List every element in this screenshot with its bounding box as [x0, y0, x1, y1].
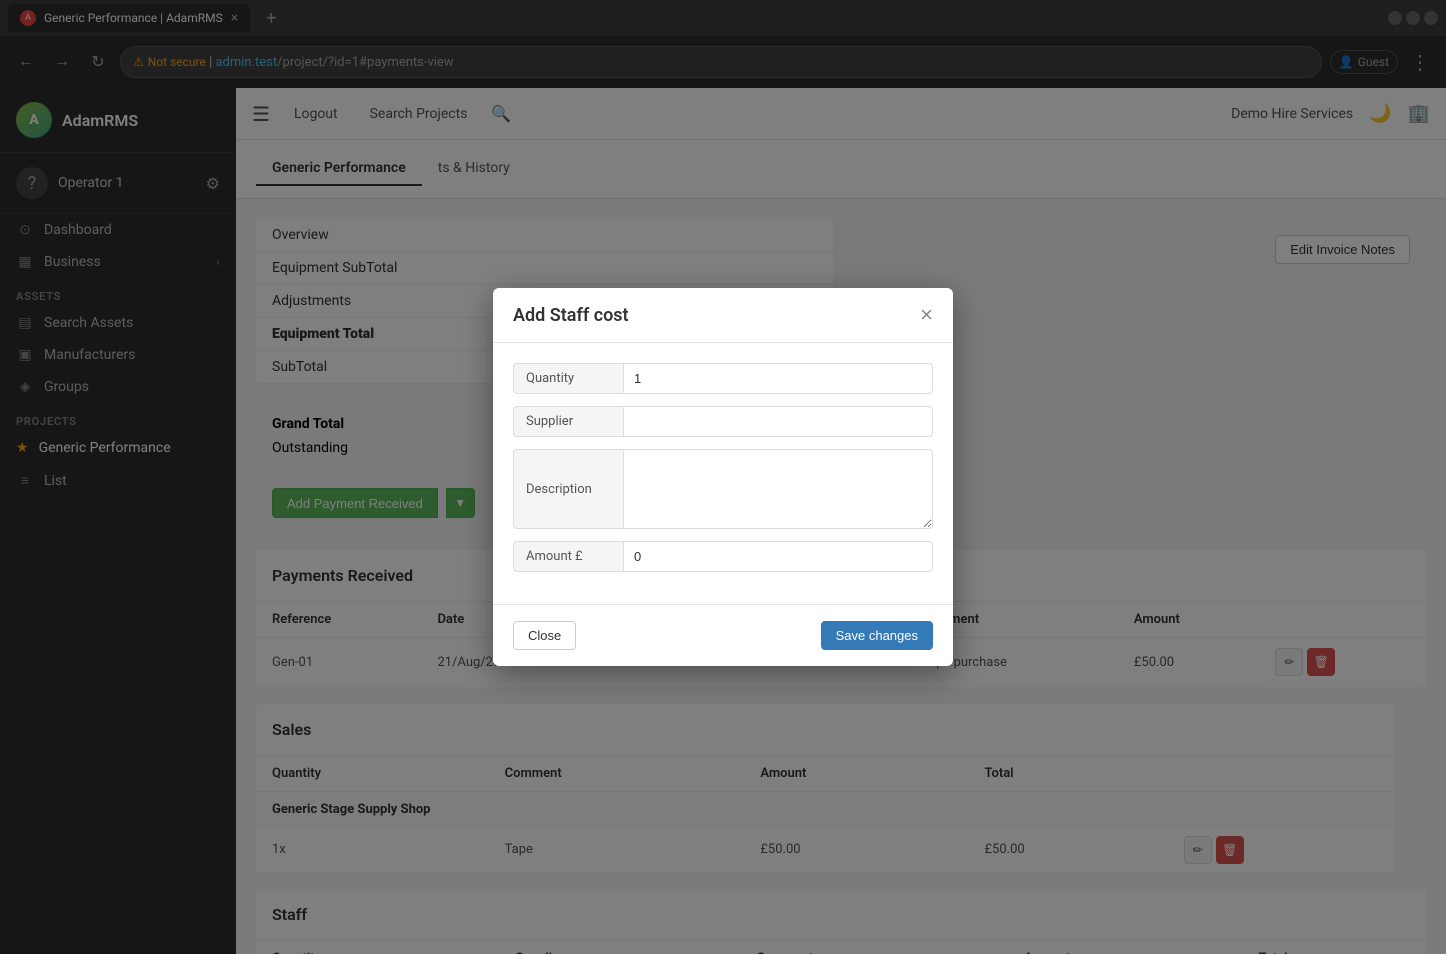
description-label: Description [513, 449, 623, 529]
description-group: Description [513, 449, 933, 529]
supplier-label: Supplier [513, 406, 623, 437]
modal-footer: Close Save changes [493, 604, 953, 666]
modal-header: Add Staff cost × [493, 288, 953, 343]
modal-close-button[interactable]: × [920, 304, 933, 326]
quantity-group: Quantity [513, 363, 933, 394]
modal-overlay: Add Staff cost × Quantity Supplier Descr… [0, 0, 1446, 954]
amount-input[interactable] [623, 541, 933, 572]
add-staff-cost-modal: Add Staff cost × Quantity Supplier Descr… [493, 288, 953, 666]
modal-close-footer-button[interactable]: Close [513, 621, 576, 650]
modal-save-button[interactable]: Save changes [821, 621, 933, 650]
modal-body: Quantity Supplier Description Amount £ [493, 343, 953, 604]
supplier-group: Supplier [513, 406, 933, 437]
amount-group: Amount £ [513, 541, 933, 572]
amount-label: Amount £ [513, 541, 623, 572]
description-input[interactable] [623, 449, 933, 529]
quantity-input[interactable] [623, 363, 933, 394]
modal-title: Add Staff cost [513, 305, 629, 326]
quantity-label: Quantity [513, 363, 623, 394]
supplier-input[interactable] [623, 406, 933, 437]
